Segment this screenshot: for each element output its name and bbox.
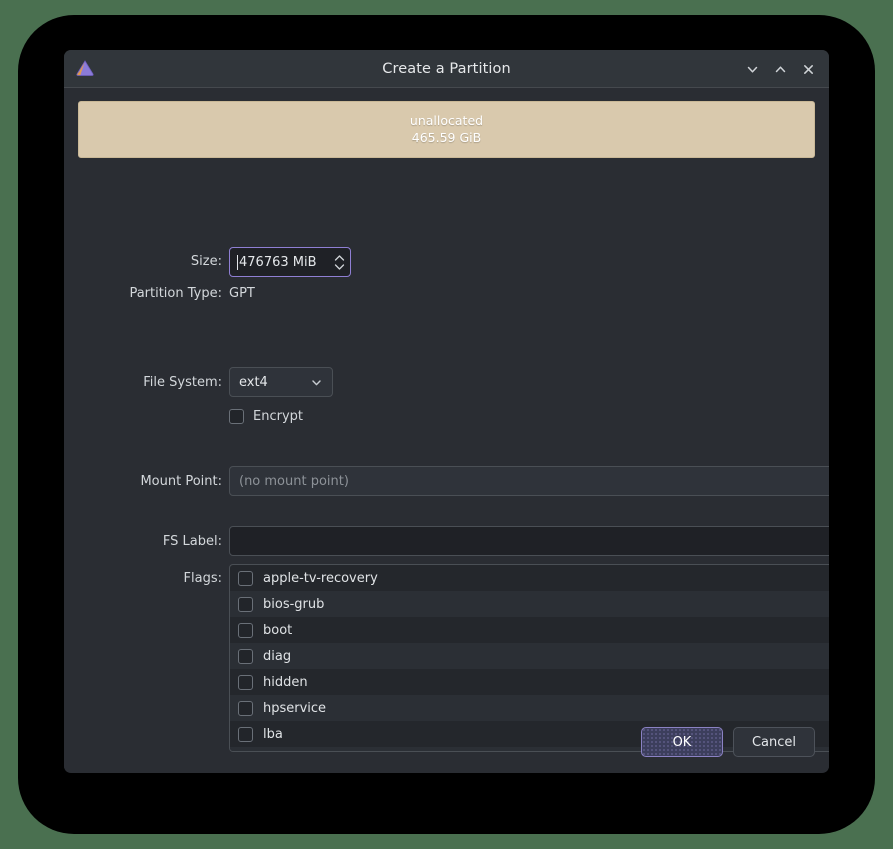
mount-point-value: (no mount point)	[239, 473, 349, 489]
encrypt-label: Encrypt	[253, 409, 303, 424]
create-partition-dialog: Create a Partition unallocated 465.59 Gi…	[64, 50, 829, 773]
flag-name: apple-tv-recovery	[263, 570, 378, 586]
flag-row[interactable]: apple-tv-recovery	[230, 565, 829, 591]
flags-label: Flags:	[183, 571, 222, 586]
window-title: Create a Partition	[382, 60, 511, 77]
flags-list[interactable]: apple-tv-recovery bios-grub boot diag hi…	[229, 564, 829, 752]
stepper-down-icon	[334, 263, 344, 270]
chevron-down-icon	[310, 376, 323, 389]
close-button[interactable]	[795, 56, 821, 82]
size-spinbox[interactable]: 476763 MiB	[229, 247, 351, 277]
maximize-button[interactable]	[767, 56, 793, 82]
title-bar[interactable]: Create a Partition	[64, 50, 829, 88]
size-input[interactable]: 476763 MiB	[230, 254, 328, 270]
flag-row[interactable]: hidden	[230, 669, 829, 695]
stepper-up-icon	[334, 254, 344, 261]
mount-point-label: Mount Point:	[140, 474, 222, 489]
fs-label-input[interactable]	[229, 526, 829, 556]
ok-button-label: OK	[672, 734, 692, 750]
flag-name: boot	[263, 622, 293, 638]
text-caret	[237, 254, 238, 270]
flag-checkbox[interactable]	[238, 700, 253, 716]
flag-checkbox[interactable]	[238, 648, 253, 664]
footer-buttons: OK Cancel	[640, 727, 815, 757]
fs-label-label: FS Label:	[162, 534, 222, 549]
ok-button[interactable]: OK	[640, 727, 723, 757]
cancel-button-label: Cancel	[751, 734, 796, 750]
partition-type-label: Partition Type:	[129, 286, 222, 301]
flag-name: bios-grub	[263, 596, 325, 612]
size-label: Size:	[190, 254, 222, 269]
flag-row[interactable]: bios-grub	[230, 591, 829, 617]
file-system-label: File System:	[143, 375, 222, 390]
flag-name: lba	[263, 726, 283, 742]
flag-checkbox[interactable]	[238, 570, 253, 586]
partition-preview-size: 465.59 GiB	[411, 130, 482, 145]
encrypt-checkbox[interactable]	[229, 409, 244, 424]
flag-checkbox[interactable]	[238, 596, 253, 612]
dialog-body: unallocated 465.59 GiB Size: 476763 MiB …	[64, 88, 829, 772]
flag-row[interactable]: boot	[230, 617, 829, 643]
file-system-combobox[interactable]: ext4	[229, 367, 333, 397]
minimize-button[interactable]	[739, 56, 765, 82]
mount-point-combobox[interactable]: (no mount point)	[229, 466, 829, 496]
gparted-triangle-icon	[74, 58, 96, 80]
partition-type-value: GPT	[229, 286, 255, 301]
size-value: 476763 MiB	[239, 254, 317, 270]
flag-checkbox[interactable]	[238, 622, 253, 638]
flag-name: hpservice	[263, 700, 327, 716]
cancel-button[interactable]: Cancel	[732, 727, 815, 757]
window-controls	[739, 50, 821, 88]
flag-checkbox[interactable]	[238, 674, 253, 690]
encrypt-checkbox-row[interactable]: Encrypt	[229, 409, 303, 424]
flag-row[interactable]: diag	[230, 643, 829, 669]
flag-checkbox[interactable]	[238, 726, 253, 742]
flag-name: hidden	[263, 674, 308, 690]
flag-name: diag	[263, 648, 292, 664]
partition-preview-bar: unallocated 465.59 GiB	[78, 101, 815, 158]
size-stepper[interactable]	[328, 248, 350, 276]
file-system-value: ext4	[239, 374, 268, 390]
flag-row[interactable]: hpservice	[230, 695, 829, 721]
partition-preview-name: unallocated	[409, 113, 484, 128]
